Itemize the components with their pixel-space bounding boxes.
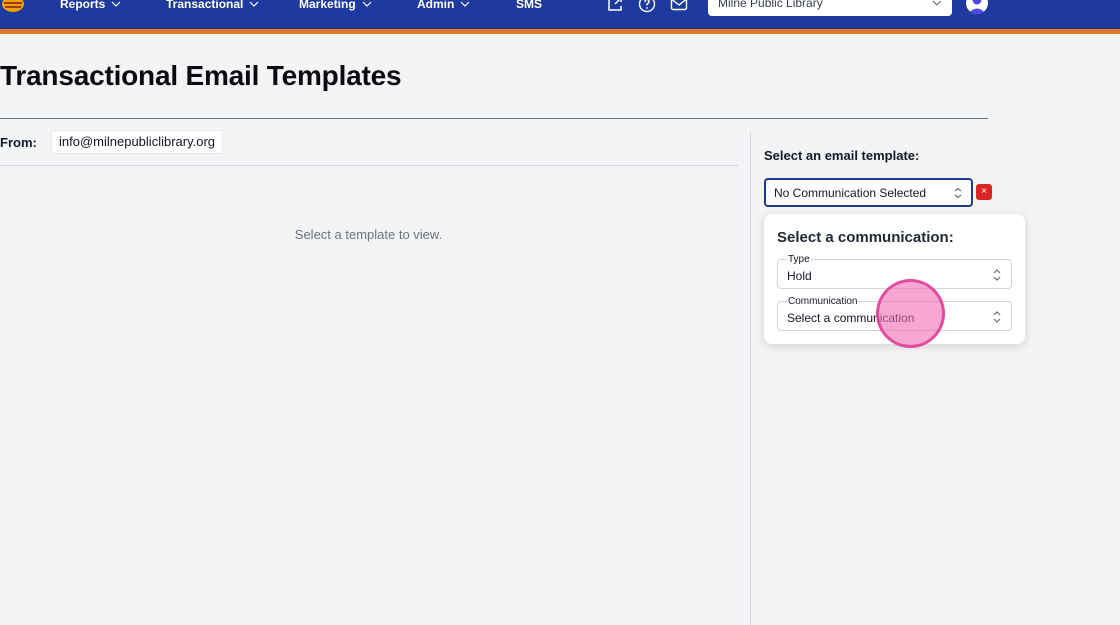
panel-divider bbox=[750, 132, 751, 625]
library-select[interactable]: Milne Public Library bbox=[708, 0, 952, 16]
nav-sms-label: SMS bbox=[516, 0, 543, 11]
from-address: info@milnepubliclibrary.org bbox=[51, 130, 224, 154]
chevron-down-icon bbox=[111, 1, 121, 7]
nav-marketing-label: Marketing bbox=[299, 0, 356, 11]
nav-marketing[interactable]: Marketing bbox=[299, 0, 372, 13]
type-value: Hold bbox=[787, 269, 812, 283]
template-select[interactable]: No Communication Selected bbox=[764, 178, 973, 207]
template-preview-placeholder: Select a template to view. bbox=[294, 227, 443, 242]
nav-sms[interactable]: SMS bbox=[516, 0, 542, 13]
nav-transactional-label: Transactional bbox=[166, 0, 244, 11]
export-icon[interactable] bbox=[606, 0, 624, 13]
type-label: Type bbox=[787, 254, 811, 266]
user-avatar[interactable] bbox=[966, 0, 988, 14]
chevron-up-down-icon bbox=[954, 187, 962, 198]
topbar-accent-stripe bbox=[0, 29, 1120, 34]
communication-popover: Select a communication: Type Hold Commun… bbox=[764, 214, 1025, 344]
page-title: Transactional Email Templates bbox=[0, 60, 402, 91]
chevron-up-down-icon bbox=[993, 311, 1001, 323]
chevron-down-icon bbox=[362, 1, 372, 7]
nav-admin[interactable]: Admin bbox=[417, 0, 470, 13]
nav-reports-label: Reports bbox=[60, 0, 106, 11]
help-icon[interactable] bbox=[638, 0, 656, 13]
library-select-value: Milne Public Library bbox=[718, 0, 823, 10]
template-select-label: Select an email template: bbox=[764, 148, 920, 163]
logo-icon[interactable] bbox=[0, 0, 26, 14]
clear-template-button[interactable]: × bbox=[976, 184, 992, 200]
chevron-down-icon bbox=[249, 1, 259, 7]
from-divider bbox=[0, 165, 738, 166]
from-label: From: bbox=[0, 135, 37, 150]
mail-icon[interactable] bbox=[670, 0, 688, 13]
communication-select[interactable]: Communication Select a communication bbox=[777, 296, 1012, 331]
nav-transactional[interactable]: Transactional bbox=[166, 0, 259, 13]
type-select[interactable]: Type Hold bbox=[777, 254, 1012, 289]
communication-value: Select a communication bbox=[787, 311, 915, 325]
nav-admin-label: Admin bbox=[417, 0, 455, 11]
chevron-up-down-icon bbox=[993, 269, 1001, 281]
top-navigation-bar: Reports Transactional Marketing Admin SM… bbox=[0, 0, 1120, 29]
title-divider bbox=[0, 118, 988, 119]
template-select-value: No Communication Selected bbox=[774, 185, 927, 200]
user-icon bbox=[968, 0, 986, 14]
communication-label: Communication bbox=[787, 296, 859, 308]
chevron-down-icon bbox=[460, 1, 470, 7]
nav-reports[interactable]: Reports bbox=[60, 0, 121, 13]
chevron-down-icon bbox=[932, 0, 942, 6]
popover-title: Select a communication: bbox=[777, 229, 954, 246]
